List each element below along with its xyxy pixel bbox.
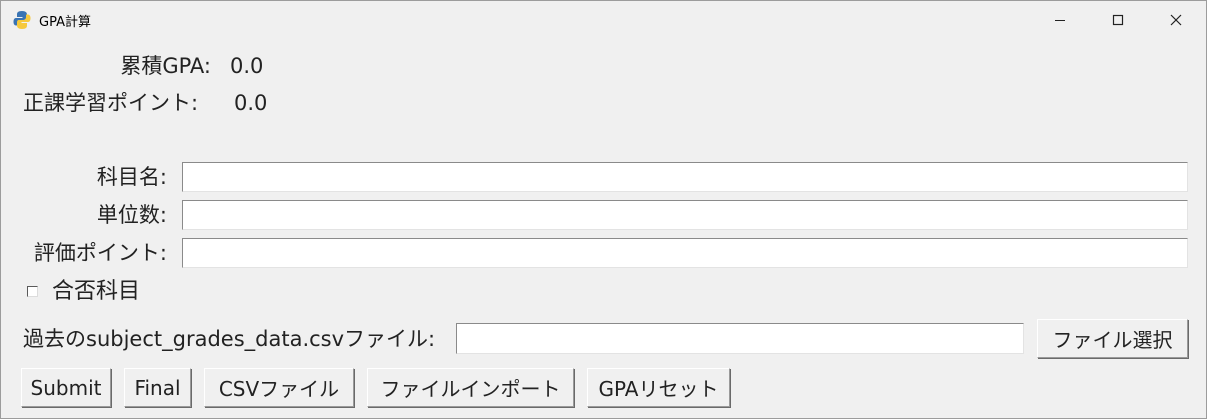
gpa-reset-button[interactable]: GPAリセット — [587, 368, 730, 407]
points-value: 0.0 — [234, 91, 268, 115]
close-button[interactable] — [1147, 1, 1205, 39]
subject-label: 科目名: — [96, 165, 167, 189]
minimize-icon — [1055, 20, 1065, 21]
maximize-icon — [1112, 14, 1124, 26]
csv-path-input[interactable] — [456, 323, 1024, 354]
credits-label: 単位数: — [96, 203, 167, 227]
cumulative-gpa-label: 累積GPA: — [120, 54, 211, 78]
minimize-button[interactable] — [1031, 1, 1089, 39]
csv-file-button[interactable]: CSVファイル — [204, 368, 354, 407]
grade-points-input[interactable] — [182, 238, 1188, 268]
maximize-button[interactable] — [1089, 1, 1147, 39]
points-label: 正課学習ポイント: — [23, 91, 199, 115]
python-icon — [13, 11, 31, 29]
grade-points-label: 評価ポイント: — [33, 241, 167, 265]
csv-file-label: 過去のsubject_grades_data.csvファイル: — [23, 327, 436, 351]
window-title: GPA計算 — [39, 15, 91, 30]
browse-file-button[interactable]: ファイル選択 — [1037, 319, 1188, 358]
final-button[interactable]: Final — [124, 368, 191, 407]
title-bar[interactable]: GPA計算 — [1, 1, 1206, 39]
close-icon — [1170, 14, 1182, 26]
file-import-button[interactable]: ファイルインポート — [367, 368, 574, 407]
subject-input[interactable] — [182, 162, 1188, 192]
pass-fail-label[interactable]: 合否科目 — [52, 279, 140, 305]
app-window: GPA計算 累積GPA: 0.0 正課学習ポイント: 0.0 科目名: 単位数:… — [0, 0, 1207, 419]
submit-button[interactable]: Submit — [21, 368, 111, 407]
credits-input[interactable] — [182, 200, 1188, 230]
pass-fail-checkbox[interactable] — [27, 286, 38, 297]
cumulative-gpa-value: 0.0 — [230, 54, 264, 78]
